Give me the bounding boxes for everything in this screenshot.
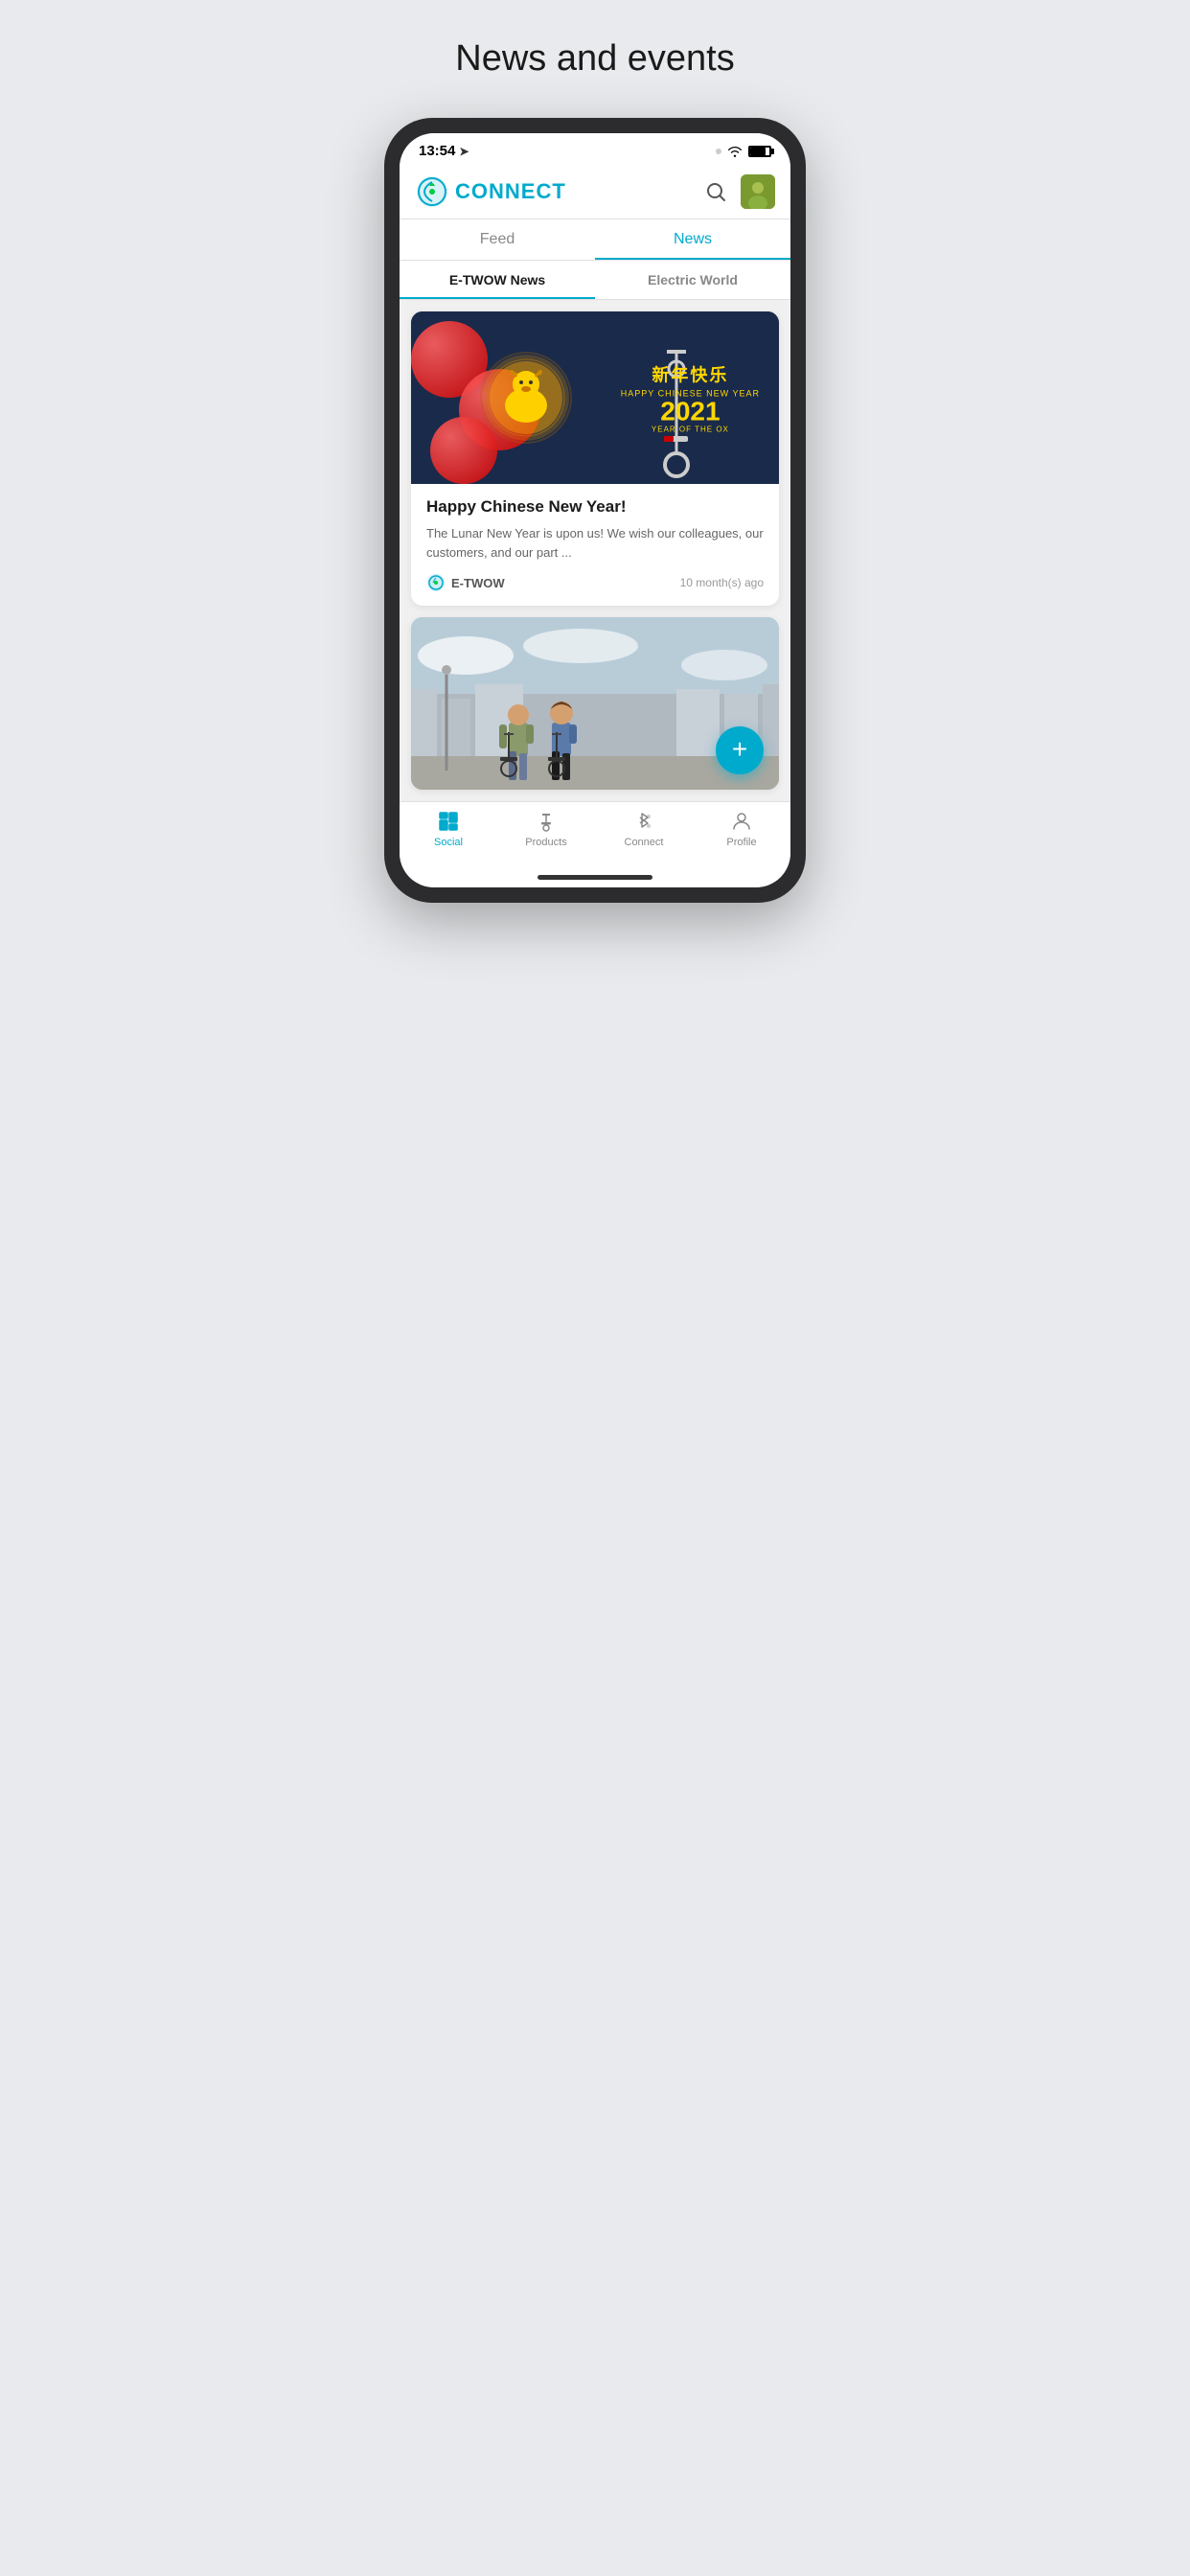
app-header: CONNECT xyxy=(400,165,790,219)
logo-text: CONNECT xyxy=(455,179,566,204)
sub-tabs: E-TWOW News Electric World xyxy=(400,261,790,300)
avatar[interactable] xyxy=(741,174,775,209)
nav-connect[interactable]: Connect xyxy=(595,810,693,848)
fab-plus-icon: + xyxy=(732,736,747,763)
nav-social[interactable]: Social xyxy=(400,810,497,848)
app-logo-icon xyxy=(415,174,449,209)
news-image-cny: 新年快乐 HAPPY CHINESE NEW YEAR 2021 YEAR OF… xyxy=(411,311,779,484)
battery-fill xyxy=(750,148,766,155)
logo-container: CONNECT xyxy=(415,174,566,209)
sub-tab-etwow[interactable]: E-TWOW News xyxy=(400,261,595,299)
news-headline: Happy Chinese New Year! xyxy=(426,497,764,517)
gold-ox-icon xyxy=(478,350,574,446)
status-bar: 13:54 ➤ xyxy=(400,133,790,165)
battery-icon xyxy=(748,146,771,157)
signal-dot xyxy=(716,149,721,154)
social-icon xyxy=(437,810,460,833)
main-tabs: Feed News xyxy=(400,219,790,261)
news-excerpt: The Lunar New Year is upon us! We wish o… xyxy=(426,524,764,562)
home-bar xyxy=(538,875,652,880)
wifi-icon xyxy=(727,146,743,157)
search-button[interactable] xyxy=(700,176,731,207)
tab-news[interactable]: News xyxy=(595,219,790,260)
source-logo-icon xyxy=(426,573,446,592)
profile-icon xyxy=(730,810,753,833)
phone-frame: 13:54 ➤ xyxy=(384,118,806,903)
nav-profile[interactable]: Profile xyxy=(693,810,790,848)
nav-profile-label: Profile xyxy=(726,837,756,848)
news-card-body: Happy Chinese New Year! The Lunar New Ye… xyxy=(411,484,779,606)
search-icon xyxy=(704,180,727,203)
content-area: 新年快乐 HAPPY CHINESE NEW YEAR 2021 YEAR OF… xyxy=(400,300,790,801)
news-card-1[interactable]: 新年快乐 HAPPY CHINESE NEW YEAR 2021 YEAR OF… xyxy=(411,311,779,606)
home-indicator xyxy=(400,867,790,887)
page-wrapper: News and events 13:54 ➤ xyxy=(298,0,892,960)
news-meta: E-TWOW 10 month(s) ago xyxy=(426,573,764,592)
news-card-2[interactable]: + xyxy=(411,617,779,790)
location-icon: ➤ xyxy=(459,145,469,158)
news-source: E-TWOW xyxy=(426,573,505,592)
phone-screen: 13:54 ➤ xyxy=(400,133,790,887)
nav-products-label: Products xyxy=(525,837,566,848)
products-icon xyxy=(535,810,558,833)
bottom-nav: Social Products xyxy=(400,801,790,867)
bluetooth-icon xyxy=(632,810,655,833)
page-title: News and events xyxy=(455,38,735,80)
nav-connect-label: Connect xyxy=(625,837,664,848)
status-time: 13:54 ➤ xyxy=(419,143,469,159)
header-actions xyxy=(700,174,775,209)
tab-feed[interactable]: Feed xyxy=(400,219,595,260)
nav-social-label: Social xyxy=(434,837,463,848)
fab-button[interactable]: + xyxy=(716,726,764,774)
status-icons xyxy=(716,146,771,157)
cny-text: 新年快乐 HAPPY CHINESE NEW YEAR 2021 YEAR OF… xyxy=(621,362,760,434)
news-time: 10 month(s) ago xyxy=(680,576,764,589)
nav-products[interactable]: Products xyxy=(497,810,595,848)
sub-tab-electric-world[interactable]: Electric World xyxy=(595,261,790,299)
